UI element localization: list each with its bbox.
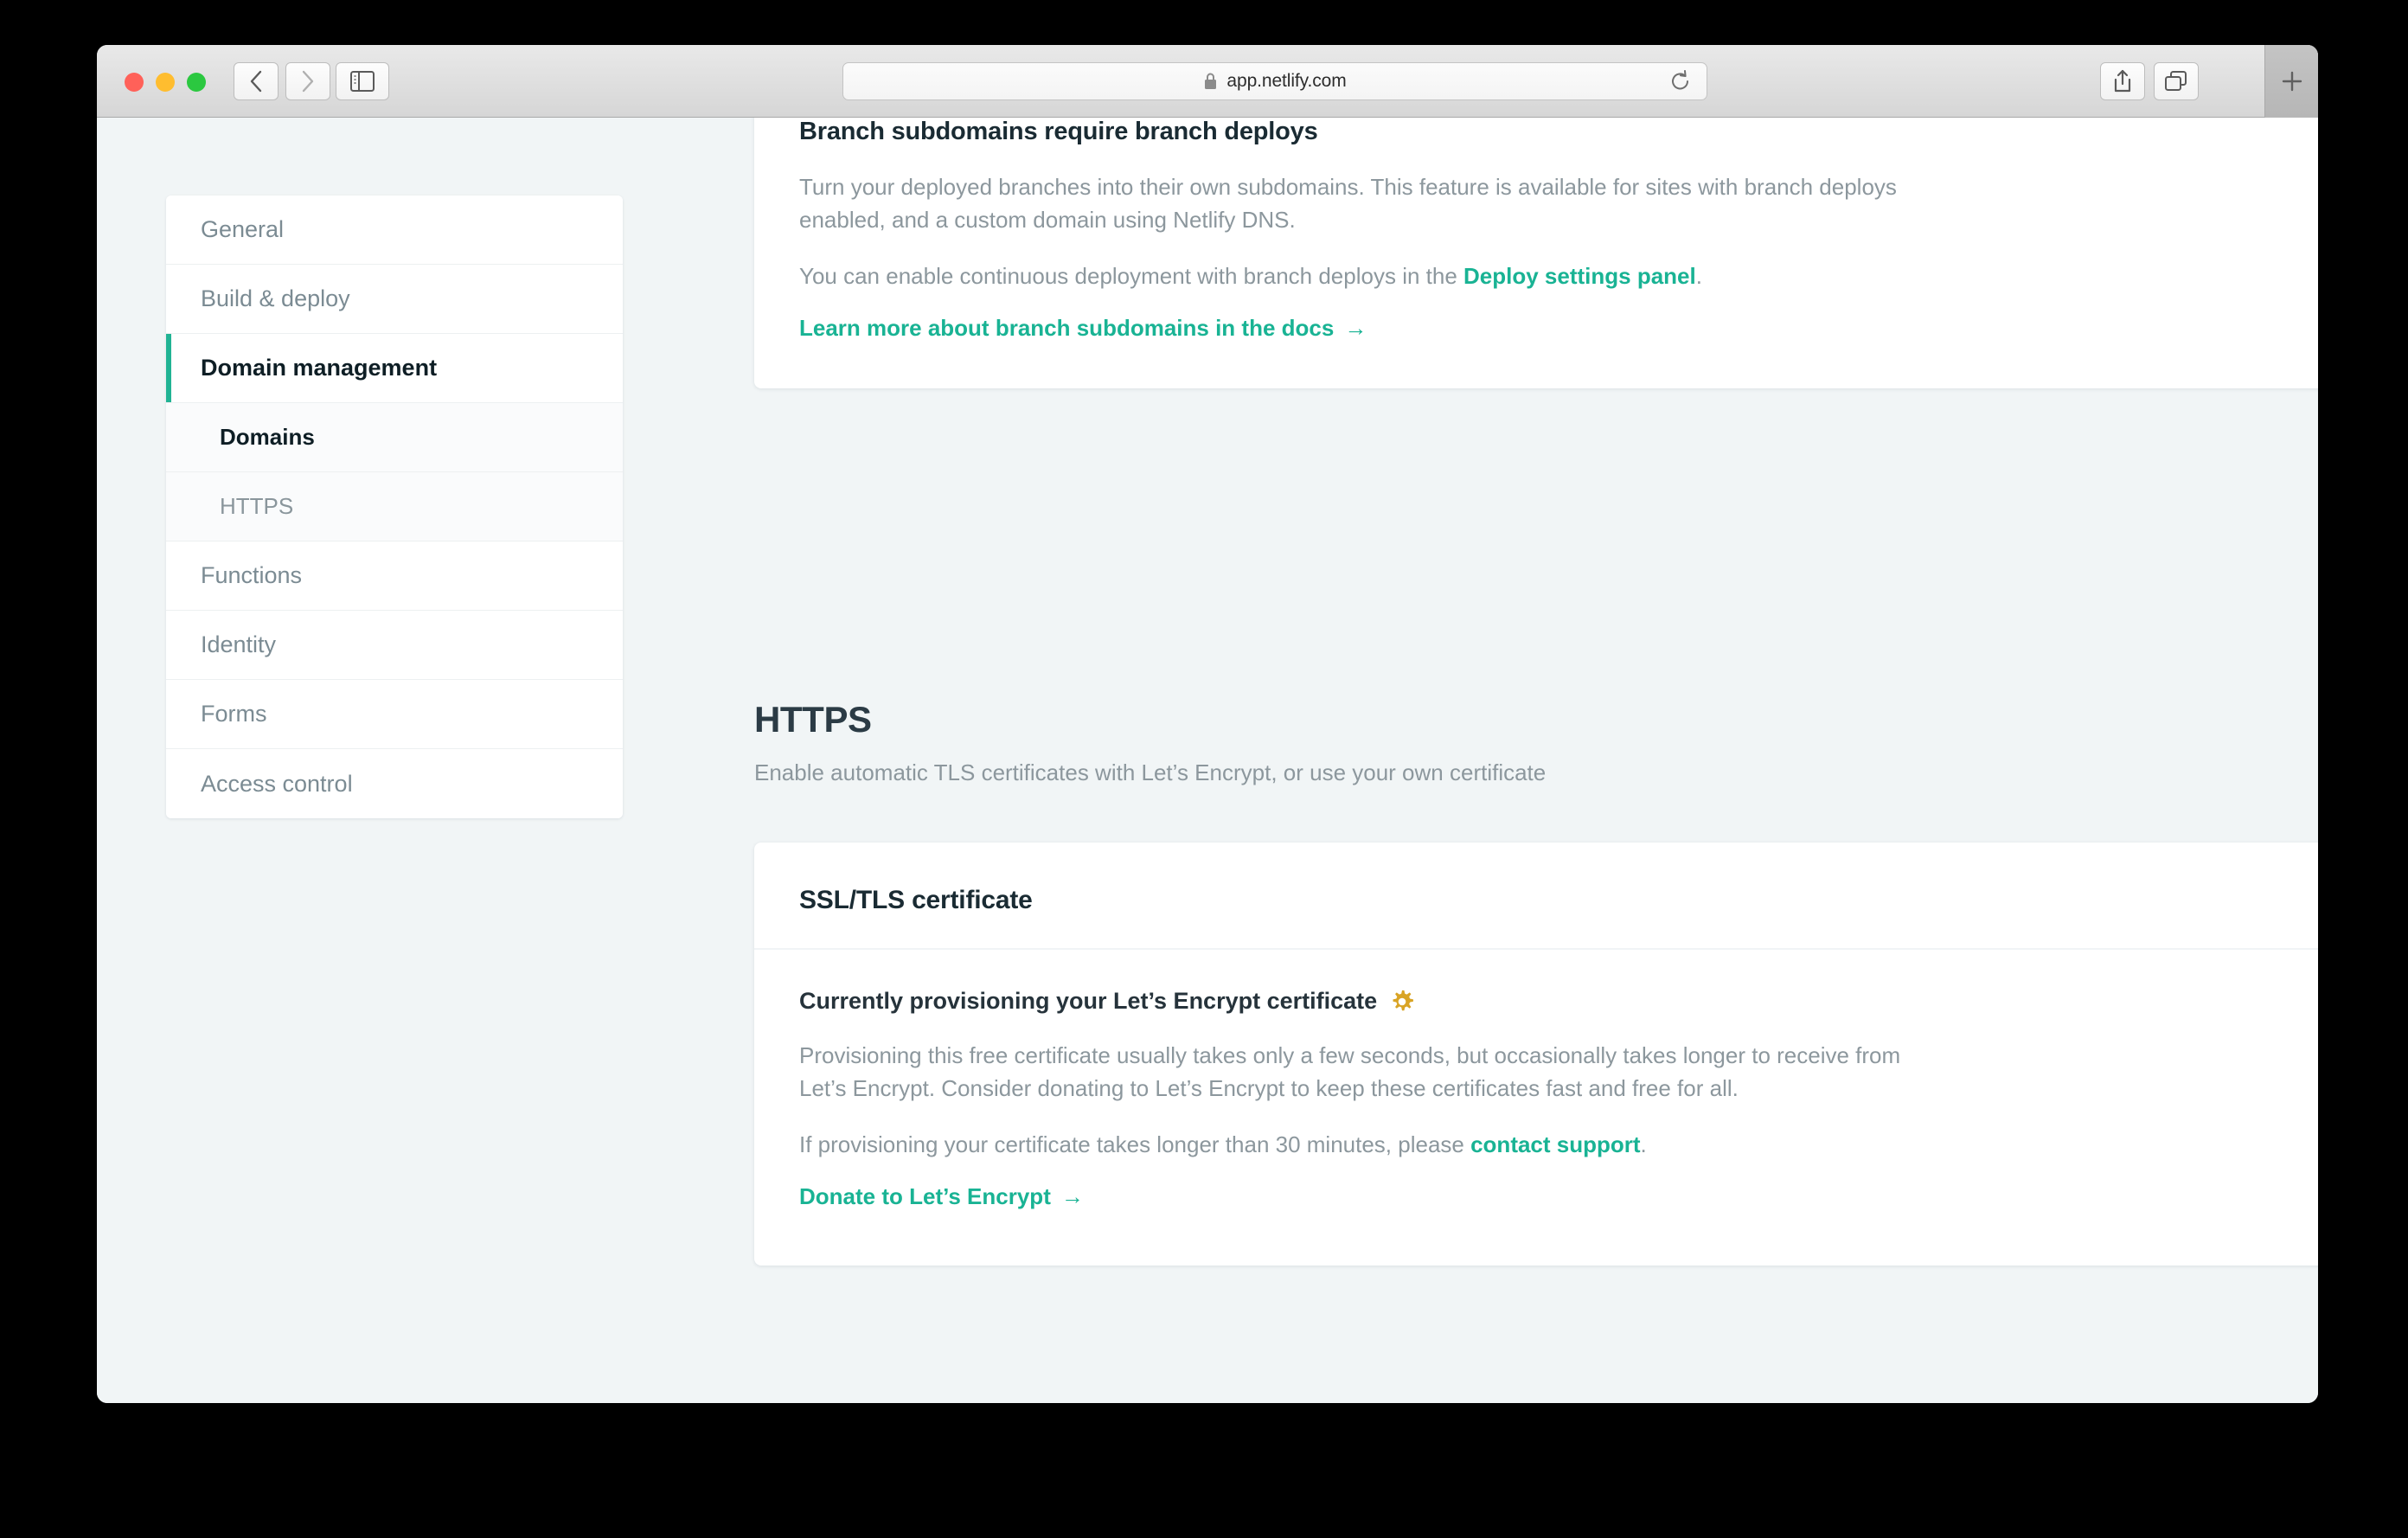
tab-overview-button[interactable]	[2154, 62, 2199, 100]
sidebar-toggle-icon	[350, 71, 375, 92]
ssl-card-paragraph-1: Provisioning this free certificate usual…	[799, 1042, 1901, 1102]
url-text: app.netlify.com	[1226, 71, 1347, 91]
sidebar-item-label: Forms	[201, 701, 267, 727]
sidebar-item-access-control[interactable]: Access control	[166, 749, 623, 818]
main-content: Branch subdomains require branch deploys…	[623, 118, 2318, 1403]
share-icon	[2114, 69, 2131, 93]
sidebar-item-identity[interactable]: Identity	[166, 611, 623, 680]
close-window-button[interactable]	[125, 73, 144, 92]
navigation-buttons	[234, 62, 330, 100]
maximize-window-button[interactable]	[187, 73, 206, 92]
toolbar-right-buttons	[2100, 62, 2199, 100]
sidebar-subitem-domains[interactable]: Domains	[166, 403, 623, 472]
sidebar-item-label: General	[201, 216, 285, 242]
arrow-right-icon: →	[1060, 1183, 1084, 1210]
minimize-window-button[interactable]	[156, 73, 175, 92]
window-controls	[125, 73, 206, 92]
tab-overview-icon	[2165, 71, 2187, 91]
sidebar-subitem-label: HTTPS	[220, 493, 294, 519]
ssl-card-heading: SSL/TLS certificate	[754, 886, 2318, 950]
paragraph-suffix: .	[1695, 262, 1702, 289]
sidebar-subitem-label: Domains	[220, 424, 315, 450]
paragraph-prefix: If provisioning your certificate takes l…	[799, 1131, 1471, 1157]
sidebar-item-label: Identity	[201, 631, 277, 657]
branch-card-paragraph-2: You can enable continuous deployment wit…	[799, 260, 1924, 292]
sidebar-item-label: Access control	[201, 770, 353, 797]
https-section-subtitle: Enable automatic TLS certificates with L…	[754, 759, 1547, 785]
sidebar-toggle-button[interactable]	[336, 62, 389, 100]
share-button[interactable]	[2100, 62, 2145, 100]
https-section-title: HTTPS	[754, 699, 872, 740]
https-section-header: HTTPS Enable automatic TLS certificates …	[754, 699, 2318, 786]
sidebar-item-label: Functions	[201, 562, 303, 588]
page-viewport: General Build & deploy Domain management…	[97, 118, 2318, 1403]
back-button[interactable]	[234, 62, 279, 100]
browser-window: app.netlify.com General Build & deploy D…	[97, 45, 2318, 1403]
sidebar-item-label: Domain management	[201, 355, 438, 381]
settings-sidebar: General Build & deploy Domain management…	[166, 195, 623, 818]
gear-icon	[1393, 990, 1414, 1010]
donate-lets-encrypt-link[interactable]: Donate to Let’s Encrypt →	[799, 1183, 1084, 1210]
contact-support-link[interactable]: contact support	[1470, 1131, 1640, 1157]
ssl-tls-certificate-card: SSL/TLS certificate Currently provisioni…	[754, 843, 2318, 1266]
paragraph-prefix: You can enable continuous deployment wit…	[799, 262, 1464, 289]
new-tab-button[interactable]	[2264, 45, 2318, 118]
paragraph-suffix: .	[1640, 1131, 1647, 1157]
branch-card-title: Branch subdomains require branch deploys	[799, 118, 1318, 145]
lock-icon	[1205, 73, 1217, 89]
branch-subdomains-docs-link[interactable]: Learn more about branch subdomains in th…	[799, 315, 1367, 342]
donate-link-label: Donate to Let’s Encrypt	[799, 1183, 1051, 1210]
docs-link-label: Learn more about branch subdomains in th…	[799, 315, 1335, 342]
address-bar[interactable]: app.netlify.com	[842, 62, 1707, 100]
deploy-settings-panel-link[interactable]: Deploy settings panel	[1463, 263, 1696, 289]
branch-subdomains-card: Branch subdomains require branch deploys…	[754, 118, 2318, 389]
reload-button[interactable]	[1668, 69, 1693, 93]
sidebar-item-label: Build & deploy	[201, 285, 350, 311]
new-tab-plus-icon	[2282, 71, 2302, 92]
reload-icon	[1672, 70, 1688, 90]
ssl-card-paragraph-2: If provisioning your certificate takes l…	[799, 1128, 1924, 1161]
forward-button[interactable]	[285, 62, 330, 100]
browser-toolbar: app.netlify.com	[97, 45, 2318, 118]
forward-chevron-icon	[302, 70, 314, 93]
sidebar-subitem-https[interactable]: HTTPS	[166, 472, 623, 542]
arrow-right-icon: →	[1344, 315, 1367, 342]
sidebar-item-build-deploy[interactable]: Build & deploy	[166, 265, 623, 334]
back-chevron-icon	[250, 70, 262, 93]
sidebar-item-functions[interactable]: Functions	[166, 542, 623, 611]
sidebar-item-general[interactable]: General	[166, 195, 623, 265]
certificate-status-text: Currently provisioning your Let’s Encryp…	[799, 988, 1378, 1014]
certificate-status: Currently provisioning your Let’s Encryp…	[799, 988, 2292, 1015]
sidebar-item-domain-management[interactable]: Domain management	[166, 334, 623, 403]
sidebar-item-forms[interactable]: Forms	[166, 680, 623, 749]
branch-card-paragraph-1: Turn your deployed branches into their o…	[799, 174, 1897, 234]
